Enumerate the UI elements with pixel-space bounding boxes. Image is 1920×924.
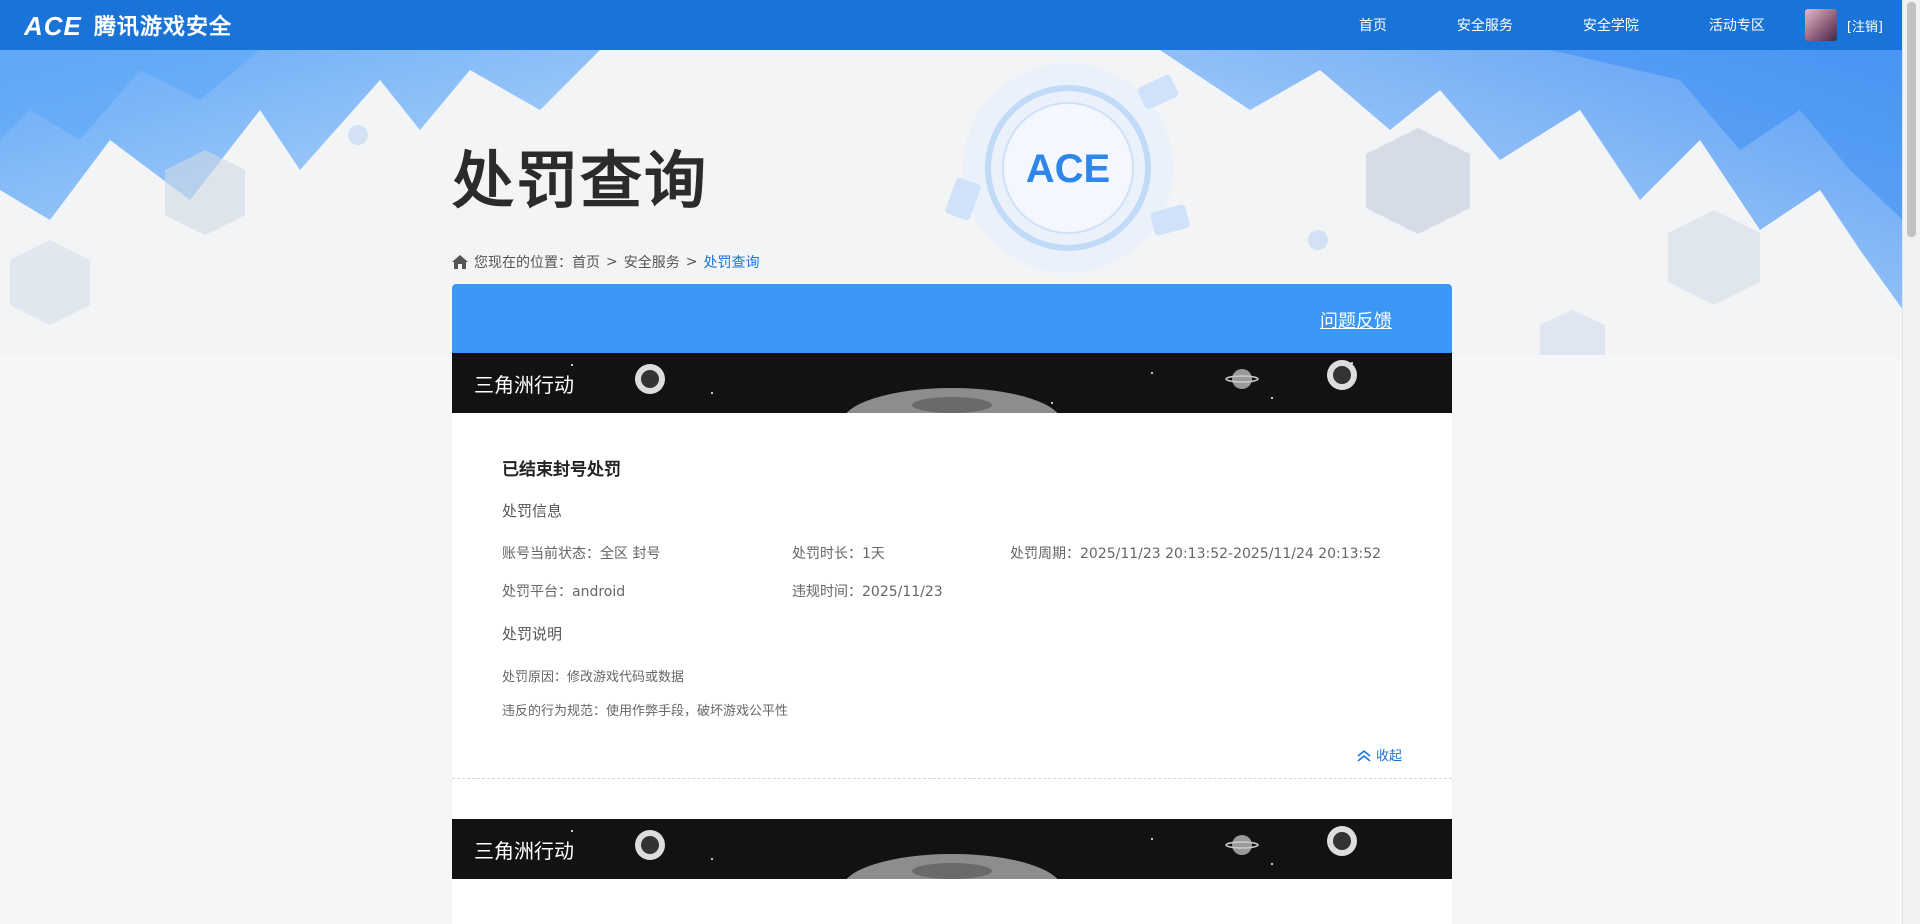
user-avatar[interactable] bbox=[1804, 9, 1837, 41]
punishment-period: 处罚周期：2025/11/23 20:13:52-2025/11/24 20:1… bbox=[1010, 546, 1382, 562]
game-banner-art bbox=[452, 819, 1452, 879]
breadcrumb-security-service[interactable]: 安全服务 bbox=[624, 252, 680, 272]
account-status: 账号当前状态：全区 封号 bbox=[502, 546, 661, 562]
home-icon bbox=[452, 255, 468, 269]
collapse-label: 收起 bbox=[1375, 749, 1402, 764]
game-name: 三角洲行动 bbox=[474, 839, 574, 863]
breadcrumb-current[interactable]: 处罚查询 bbox=[703, 252, 759, 272]
chevron-up-icon bbox=[1357, 749, 1371, 762]
nav-item-security-service[interactable]: 安全服务 bbox=[1457, 15, 1513, 35]
logout-link[interactable]: [注销] bbox=[1847, 16, 1883, 35]
game-name: 三角洲行动 bbox=[474, 373, 574, 397]
panel-header: 问题反馈 bbox=[452, 284, 1452, 353]
top-navigation-bar: ACE 腾讯游戏安全 首页 安全服务 安全学院 活动专区 [注销] bbox=[0, 0, 1903, 50]
breadcrumb-separator: > bbox=[606, 254, 618, 270]
punishment-info-row: 处罚平台：android 违规时间：2025/11/23 bbox=[502, 581, 1402, 601]
collapse-button[interactable]: 收起 bbox=[1356, 745, 1402, 764]
punishment-info-row: 账号当前状态：全区 封号 处罚时长：1天 处罚周期：2025/11/23 20:… bbox=[502, 543, 1402, 563]
brand-name: 腾讯游戏安全 bbox=[94, 15, 233, 40]
breadcrumb-home[interactable]: 首页 bbox=[572, 252, 600, 272]
violated-rule: 违反的行为规范：使用作弊手段，破坏游戏公平性 bbox=[502, 704, 789, 719]
punishment-desc-heading: 处罚说明 bbox=[502, 625, 563, 643]
feedback-link[interactable]: 问题反馈 bbox=[1320, 307, 1392, 333]
page-title: 处罚查询 bbox=[452, 144, 709, 217]
breadcrumb: 您现在的位置： 首页 > 安全服务 > 处罚查询 bbox=[452, 252, 759, 272]
ace-logo-icon: ACE bbox=[24, 11, 82, 39]
svg-text:ACE: ACE bbox=[1026, 147, 1110, 191]
punishment-panel: 问题反馈 三角洲行动 已结束封号处罚 处罚信息 账号当前状态：全区 封号 处罚时… bbox=[452, 284, 1452, 924]
nav-item-events[interactable]: 活动专区 bbox=[1709, 15, 1765, 35]
game-banner-art bbox=[452, 353, 1452, 413]
breadcrumb-prefix: 您现在的位置： bbox=[474, 255, 572, 271]
brand-logo[interactable]: ACE 腾讯游戏安全 bbox=[24, 10, 232, 40]
punishment-record: 已结束封号处罚 处罚信息 账号当前状态：全区 封号 处罚时长：1天 处罚周期：2… bbox=[452, 413, 1452, 779]
scrollbar-thumb[interactable] bbox=[1907, 2, 1916, 237]
violation-time: 违规时间：2025/11/23 bbox=[792, 584, 943, 600]
punishment-platform: 处罚平台：android bbox=[502, 584, 626, 600]
page-scrollbar[interactable] bbox=[1902, 0, 1920, 924]
svg-text:ACE: ACE bbox=[24, 11, 82, 39]
nav-item-security-academy[interactable]: 安全学院 bbox=[1583, 15, 1639, 35]
breadcrumb-separator: > bbox=[685, 254, 698, 270]
punishment-duration: 处罚时长：1天 bbox=[792, 546, 885, 562]
punishment-reason: 处罚原因：修改游戏代码或数据 bbox=[502, 670, 685, 685]
nav-item-home[interactable]: 首页 bbox=[1359, 15, 1387, 35]
punishment-status-title: 已结束封号处罚 bbox=[502, 460, 621, 480]
game-banner: 三角洲行动 bbox=[452, 353, 1452, 413]
punishment-info-heading: 处罚信息 bbox=[502, 502, 563, 520]
game-banner: 三角洲行动 bbox=[452, 819, 1452, 879]
main-nav: 首页 安全服务 安全学院 活动专区 [注销] bbox=[1359, 0, 1903, 50]
